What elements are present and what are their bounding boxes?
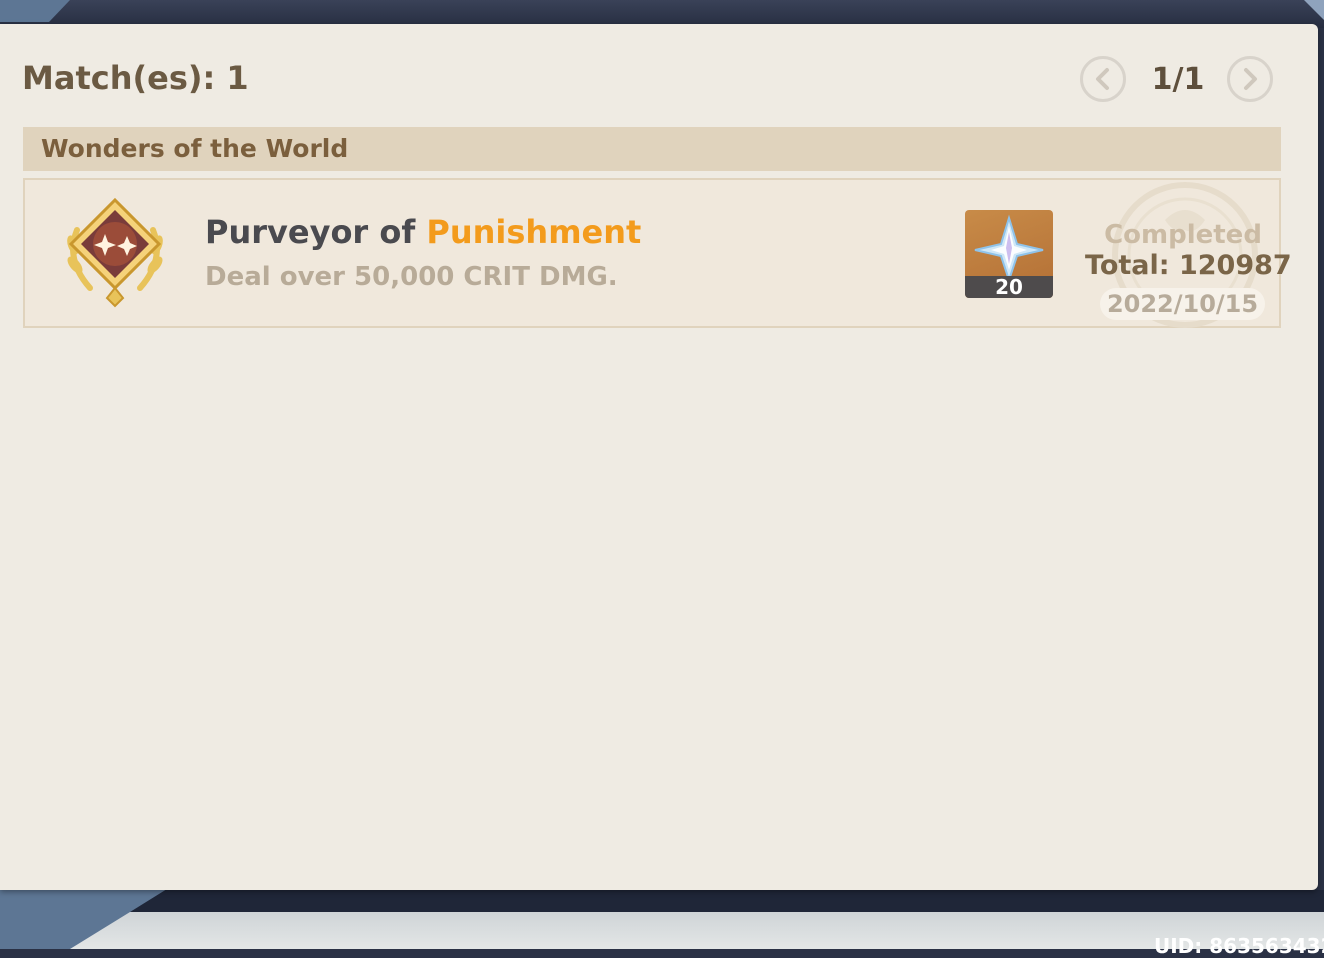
uid-label: UID: 863563432 (1154, 934, 1324, 958)
chevron-right-icon (1244, 68, 1257, 90)
background-scene (0, 890, 1324, 949)
achievement-description: Deal over 50,000 CRIT DMG. (205, 262, 618, 292)
laurel-medal-icon (67, 197, 163, 308)
previous-page-button[interactable] (1080, 56, 1126, 102)
reward-item[interactable]: 20 (965, 210, 1053, 298)
completion-status: Completed (1104, 220, 1262, 250)
reward-count: 20 (965, 276, 1053, 298)
page-indicator: 1/1 (1151, 62, 1205, 97)
completion-date: 2022/10/15 (1100, 288, 1265, 320)
category-header: Wonders of the World (23, 127, 1281, 171)
match-count: Match(es): 1 (22, 59, 249, 97)
primogem-icon (974, 214, 1044, 284)
achievement-title-highlight: Punishment (426, 213, 642, 251)
chevron-left-icon (1096, 68, 1109, 90)
achievement-title: Purveyor of Punishment (205, 210, 641, 254)
next-page-button[interactable] (1227, 56, 1273, 102)
achievement-total: Total: 120987 (1085, 250, 1292, 281)
achievement-card[interactable]: Purveyor of Punishment Deal over 50,000 … (23, 178, 1292, 328)
achievement-title-main: Purveyor of (205, 213, 427, 251)
